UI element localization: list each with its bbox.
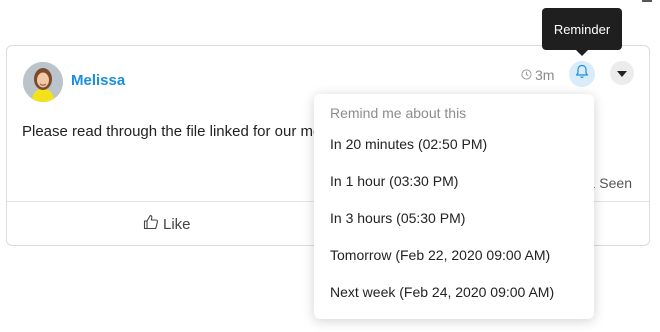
seen-count[interactable]: 1 Seen xyxy=(588,175,632,191)
clock-icon xyxy=(521,67,532,83)
reminder-option-1-hour[interactable]: In 1 hour (03:30 PM) xyxy=(314,162,594,199)
thumbs-up-icon xyxy=(143,214,159,234)
author-name[interactable]: Melissa xyxy=(71,72,125,89)
option-label: Tomorrow (Feb 22, 2020 09:00 AM) xyxy=(330,246,551,263)
corner-mark xyxy=(642,0,652,2)
post-message: Please read through the file linked for … xyxy=(22,123,322,140)
time-label: 3m xyxy=(535,67,555,83)
reminder-option-3-hours[interactable]: In 3 hours (05:30 PM) xyxy=(314,199,594,236)
reminder-option-tomorrow[interactable]: Tomorrow (Feb 22, 2020 09:00 AM) xyxy=(314,236,594,273)
option-label: In 20 minutes (02:50 PM) xyxy=(330,135,488,152)
reminder-tooltip: Reminder xyxy=(542,8,622,56)
reminder-dropdown: Remind me about this In 20 minutes (02:5… xyxy=(314,94,594,319)
caret-down-icon xyxy=(617,64,627,82)
tooltip-text: Reminder xyxy=(553,21,611,37)
like-label: Like xyxy=(163,215,191,233)
reminder-option-20-minutes[interactable]: In 20 minutes (02:50 PM) xyxy=(314,125,594,162)
option-label: Next week (Feb 24, 2020 09:00 AM) xyxy=(330,283,555,300)
more-options-button[interactable] xyxy=(610,61,634,85)
reminder-button[interactable] xyxy=(569,61,595,87)
dropdown-header: Remind me about this xyxy=(330,105,467,121)
post-time: 3m xyxy=(521,66,554,84)
option-label: In 3 hours (05:30 PM) xyxy=(330,209,466,226)
avatar[interactable] xyxy=(23,62,63,102)
reminder-option-next-week[interactable]: Next week (Feb 24, 2020 09:00 AM) xyxy=(314,273,594,310)
like-button[interactable]: Like xyxy=(143,214,191,234)
option-label: In 1 hour (03:30 PM) xyxy=(330,172,459,189)
bell-icon xyxy=(575,64,589,84)
